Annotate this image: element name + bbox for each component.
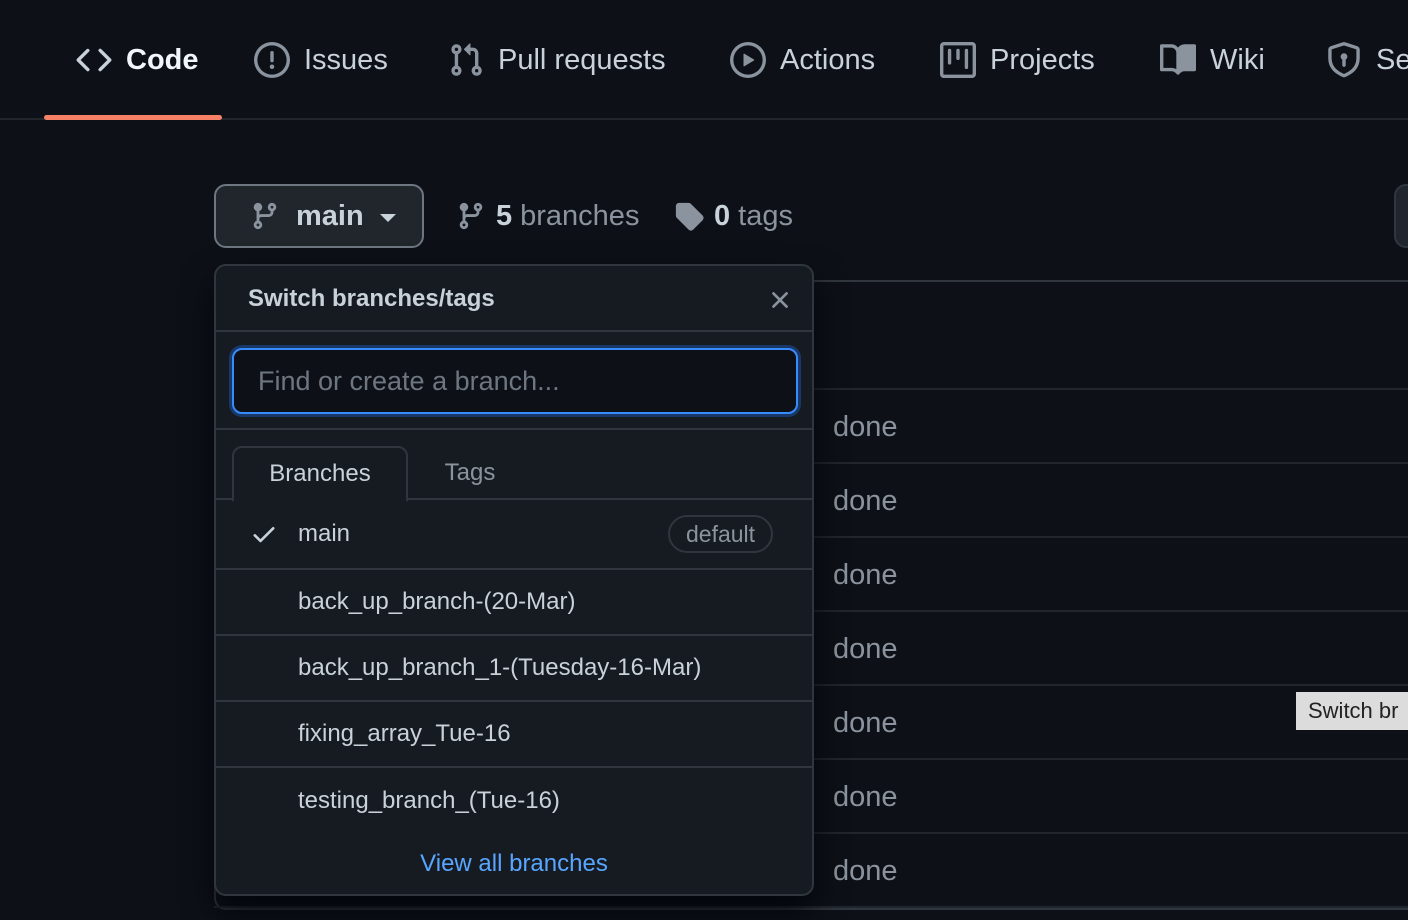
- shield-icon: [1328, 42, 1360, 78]
- tab-label: Issues: [304, 43, 388, 76]
- repo-nav: Code Issues Pull requests Actions Projec…: [0, 0, 1408, 120]
- page: Code Issues Pull requests Actions Projec…: [0, 0, 1408, 920]
- branch-select-button[interactable]: main: [214, 184, 424, 248]
- tags-count: 0: [714, 199, 731, 232]
- chevron-down-icon: [379, 214, 396, 222]
- tab-actions[interactable]: Actions: [730, 0, 875, 120]
- branch-name: testing_branch_(Tue-16): [298, 787, 560, 814]
- branch-item[interactable]: back_up_branch-(20-Mar): [216, 570, 812, 636]
- branch-item-main[interactable]: main default: [216, 500, 812, 570]
- tab-tags[interactable]: Tags: [424, 446, 516, 500]
- tab-label: Se: [1376, 43, 1408, 76]
- current-branch-label: main: [296, 199, 364, 232]
- git-branch-icon: [459, 202, 483, 230]
- git-branch-icon: [253, 202, 277, 230]
- tags-link[interactable]: 0 tags: [674, 184, 793, 248]
- commit-message[interactable]: done: [833, 538, 898, 612]
- branch-dropdown: Switch branches/tags Branches Tags main …: [214, 264, 814, 896]
- active-tab-underline: [44, 115, 222, 120]
- branch-name: back_up_branch-(20-Mar): [298, 588, 576, 615]
- view-all-branches-link[interactable]: View all branches: [420, 850, 608, 878]
- tab-code[interactable]: Code: [76, 0, 199, 120]
- project-icon: [940, 42, 976, 78]
- issue-opened-icon: [254, 42, 290, 78]
- default-badge: default: [668, 515, 774, 553]
- close-icon[interactable]: [766, 286, 794, 314]
- code-button-edge[interactable]: [1394, 184, 1408, 248]
- play-icon: [730, 42, 766, 78]
- branch-name: back_up_branch_1-(Tuesday-16-Mar): [298, 654, 702, 681]
- branch-filter: [216, 332, 812, 430]
- branch-name: fixing_array_Tue-16: [298, 720, 511, 747]
- tooltip: Switch br: [1296, 692, 1408, 730]
- tab-label: Wiki: [1210, 43, 1265, 76]
- tag-icon: [675, 202, 704, 231]
- commit-message[interactable]: done: [833, 834, 898, 908]
- check-icon: [253, 527, 275, 543]
- branch-item[interactable]: fixing_array_Tue-16: [216, 702, 812, 768]
- tab-label: Code: [126, 43, 199, 76]
- tab-security[interactable]: Se: [1326, 0, 1408, 120]
- dropdown-footer: View all branches: [216, 832, 812, 894]
- dropdown-header: Switch branches/tags: [216, 266, 812, 332]
- commit-message[interactable]: done: [833, 760, 898, 834]
- tab-label: Projects: [990, 43, 1095, 76]
- tab-label: Pull requests: [498, 43, 666, 76]
- book-icon: [1160, 44, 1196, 75]
- tab-projects[interactable]: Projects: [940, 0, 1095, 120]
- branch-item[interactable]: testing_branch_(Tue-16): [216, 768, 812, 834]
- branches-count: 5: [496, 199, 513, 232]
- commit-message[interactable]: done: [833, 612, 898, 686]
- branches-link[interactable]: 5 branches: [456, 184, 639, 248]
- branches-label: branches: [520, 199, 640, 232]
- tab-label: Actions: [780, 43, 876, 76]
- code-icon: [76, 48, 112, 72]
- dropdown-title: Switch branches/tags: [248, 285, 495, 312]
- tab-branches[interactable]: Branches: [232, 446, 408, 502]
- tags-label: tags: [738, 199, 793, 232]
- commit-message[interactable]: done: [833, 390, 898, 464]
- git-pull-request-icon: [451, 43, 482, 76]
- tab-wiki[interactable]: Wiki: [1160, 0, 1265, 120]
- branch-search-input[interactable]: [232, 348, 798, 414]
- commit-message[interactable]: done: [833, 686, 898, 760]
- commit-message[interactable]: done: [833, 464, 898, 538]
- tab-pull-requests[interactable]: Pull requests: [448, 0, 666, 120]
- branch-item[interactable]: back_up_branch_1-(Tuesday-16-Mar): [216, 636, 812, 702]
- branch-name: main: [298, 520, 351, 547]
- dropdown-tabs: Branches Tags: [216, 430, 812, 502]
- tab-issues[interactable]: Issues: [254, 0, 388, 120]
